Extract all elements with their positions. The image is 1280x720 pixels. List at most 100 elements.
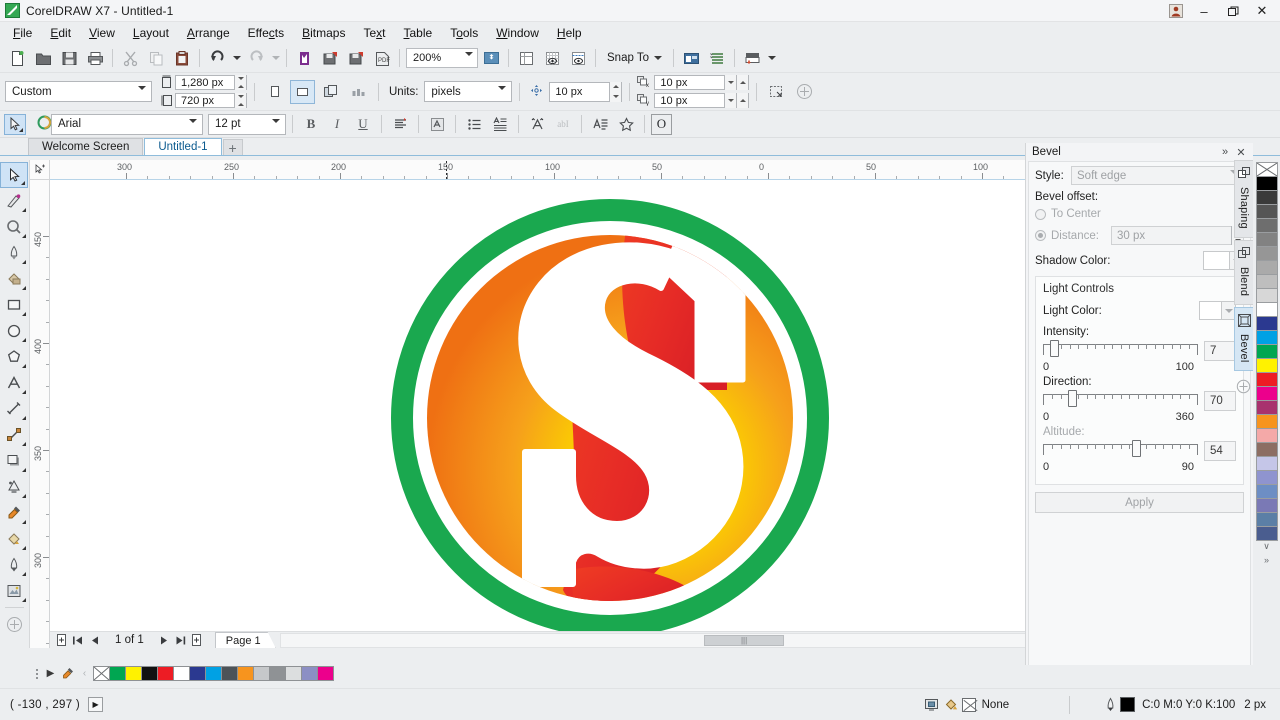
zoom-to-fit-icon[interactable] bbox=[478, 46, 504, 71]
nudge-down[interactable] bbox=[609, 91, 622, 102]
next-page-button[interactable] bbox=[156, 633, 171, 648]
menu-table[interactable]: Table bbox=[395, 23, 442, 44]
underline-button[interactable]: U bbox=[351, 113, 375, 136]
current-page-only-icon[interactable] bbox=[346, 80, 371, 104]
docker-tab-blend[interactable]: Blend bbox=[1234, 239, 1253, 305]
cut-scissors-icon[interactable] bbox=[117, 46, 143, 71]
palette-swatch[interactable] bbox=[1255, 428, 1278, 443]
colorbar-swatch[interactable] bbox=[157, 666, 174, 681]
redo-dropdown-icon[interactable] bbox=[269, 46, 282, 71]
text-align-icon[interactable] bbox=[388, 113, 412, 136]
palette-swatch[interactable] bbox=[1255, 526, 1278, 541]
distance-row[interactable]: Distance: 30 px bbox=[1035, 226, 1244, 245]
tool-interactive-fill[interactable] bbox=[0, 526, 28, 552]
dup-x-up[interactable] bbox=[736, 75, 749, 90]
snap-dropdown-icon[interactable] bbox=[654, 56, 662, 60]
pick-tool-icon[interactable] bbox=[4, 113, 26, 135]
tool-ellipse[interactable] bbox=[0, 318, 28, 344]
light-color-swatch[interactable] bbox=[1199, 301, 1222, 320]
tab-untitled-1[interactable]: Untitled-1 bbox=[144, 138, 222, 155]
italic-button[interactable]: I bbox=[325, 113, 349, 136]
page-tab-page-1[interactable]: Page 1 bbox=[215, 632, 276, 648]
export-icon[interactable] bbox=[317, 46, 343, 71]
intensity-slider-row[interactable]: 7 bbox=[1043, 340, 1236, 362]
opentype-icon[interactable]: O bbox=[651, 113, 672, 135]
all-pages-icon[interactable] bbox=[318, 80, 343, 104]
docker-tab-shaping[interactable]: Shaping bbox=[1234, 160, 1253, 238]
drag-grip-icon[interactable] bbox=[34, 667, 42, 680]
object-manager-icon[interactable] bbox=[704, 46, 730, 71]
menu-window[interactable]: Window bbox=[487, 23, 548, 44]
tool-straight-connector[interactable] bbox=[0, 422, 28, 448]
menu-edit[interactable]: Edit bbox=[41, 23, 80, 44]
tool-smart-fill[interactable] bbox=[0, 266, 28, 292]
nudge-up[interactable] bbox=[609, 81, 622, 92]
to-center-radio[interactable] bbox=[1035, 208, 1046, 220]
menu-text[interactable]: Text bbox=[354, 23, 394, 44]
distance-radio[interactable] bbox=[1035, 230, 1046, 241]
direction-slider[interactable] bbox=[1043, 390, 1198, 412]
page-width-down[interactable] bbox=[234, 75, 246, 83]
colorbar-eyedropper-icon[interactable] bbox=[59, 666, 76, 681]
colorbar-swatch[interactable] bbox=[221, 666, 238, 681]
menu-file[interactable]: File bbox=[4, 23, 41, 44]
fill-bucket-icon[interactable] bbox=[942, 696, 962, 714]
palette-swatch[interactable] bbox=[1255, 330, 1278, 345]
tool-text[interactable] bbox=[0, 370, 28, 396]
palette-swatch[interactable] bbox=[1255, 190, 1278, 205]
palette-swatch[interactable] bbox=[1255, 246, 1278, 261]
tool-zoom[interactable] bbox=[0, 214, 28, 240]
close-button[interactable]: ✕ bbox=[1248, 1, 1276, 22]
zoom-level-combo[interactable]: 200% bbox=[406, 48, 478, 68]
menu-arrange[interactable]: Arrange bbox=[178, 23, 239, 44]
tool-transparency[interactable] bbox=[0, 474, 28, 500]
print-icon[interactable] bbox=[82, 46, 108, 71]
palette-swatch[interactable] bbox=[1255, 372, 1278, 387]
docker-tab-bevel[interactable]: Bevel bbox=[1234, 306, 1253, 372]
colorbar-swatch[interactable] bbox=[125, 666, 142, 681]
intensity-slider[interactable] bbox=[1043, 340, 1198, 362]
snap-to-button[interactable]: Snap To bbox=[600, 52, 669, 64]
outline-color-swatch[interactable] bbox=[1120, 697, 1136, 712]
palette-swatch[interactable] bbox=[1255, 414, 1278, 429]
colorbar-swatch[interactable] bbox=[285, 666, 302, 681]
import-icon[interactable] bbox=[291, 46, 317, 71]
open-folder-icon[interactable] bbox=[30, 46, 56, 71]
palette-swatch[interactable] bbox=[1255, 358, 1278, 373]
portrait-orientation-icon[interactable] bbox=[262, 80, 287, 104]
menu-bitmaps[interactable]: Bitmaps bbox=[293, 23, 354, 44]
publish-pdf-icon[interactable]: PDF bbox=[369, 46, 395, 71]
colorbar-swatch[interactable] bbox=[173, 666, 190, 681]
palette-swatch[interactable] bbox=[1255, 442, 1278, 457]
paste-icon[interactable] bbox=[169, 46, 195, 71]
colorbar-swatch[interactable] bbox=[269, 666, 286, 681]
tool-outline-pen[interactable] bbox=[0, 552, 28, 578]
tool-fill-dialog[interactable] bbox=[0, 578, 28, 604]
dup-y-up[interactable] bbox=[736, 93, 749, 108]
landscape-orientation-icon[interactable] bbox=[290, 79, 315, 104]
menu-effects[interactable]: Effects bbox=[239, 23, 293, 44]
snap-preset-icon[interactable] bbox=[513, 46, 539, 71]
undo-icon[interactable] bbox=[204, 46, 230, 71]
menu-view[interactable]: View bbox=[80, 23, 124, 44]
colorbar-swatch[interactable] bbox=[317, 666, 334, 681]
bullet-list-icon[interactable] bbox=[462, 113, 486, 136]
page-preset-combo[interactable]: Custom bbox=[5, 81, 152, 102]
application-launcher-icon[interactable] bbox=[678, 46, 704, 71]
docker-collapse-icon[interactable]: » bbox=[1217, 144, 1233, 160]
page-height-field[interactable]: 720 px bbox=[175, 93, 247, 108]
colorbar-swatch[interactable] bbox=[141, 666, 158, 681]
object-properties-icon[interactable] bbox=[922, 696, 942, 714]
nudge-offset-field[interactable]: 10 px bbox=[549, 81, 623, 102]
restore-button[interactable] bbox=[1219, 1, 1247, 22]
colorbar-no-color-icon[interactable] bbox=[93, 666, 110, 681]
add-toolbar-item-icon[interactable] bbox=[792, 80, 817, 104]
drop-cap-icon[interactable] bbox=[488, 113, 512, 136]
palette-swatch[interactable] bbox=[1255, 232, 1278, 247]
palette-swatch[interactable] bbox=[1255, 498, 1278, 513]
last-page-button[interactable] bbox=[173, 633, 188, 648]
new-document-icon[interactable] bbox=[4, 46, 30, 71]
to-center-row[interactable]: To Center bbox=[1035, 208, 1244, 220]
drawing-bleed-icon[interactable] bbox=[764, 80, 789, 104]
text-properties-icon[interactable] bbox=[588, 113, 612, 136]
